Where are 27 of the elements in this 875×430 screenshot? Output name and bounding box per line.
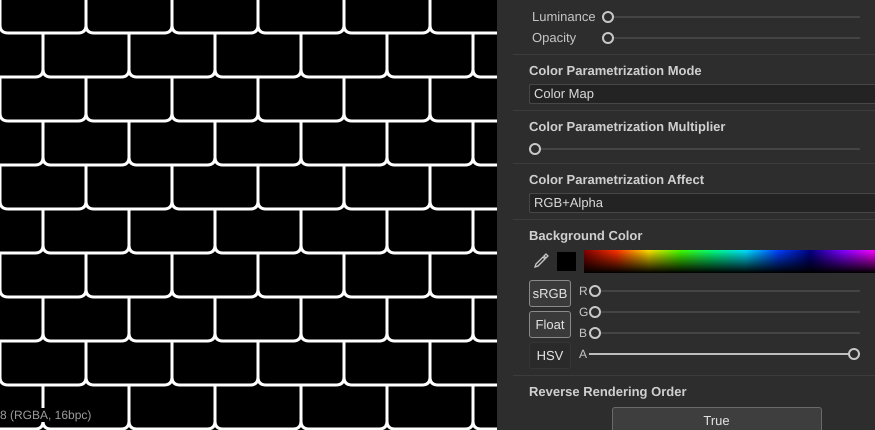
color-swatch[interactable] (557, 252, 576, 270)
status-text: 8 (RGBA, 16bpc) (0, 408, 94, 422)
slider[interactable] (602, 32, 860, 44)
slider[interactable] (589, 326, 860, 338)
color-spectrum[interactable] (584, 250, 875, 272)
section-title: Color Parametrization Multiplier (529, 118, 726, 136)
value-button[interactable]: True (612, 407, 822, 430)
section-title: Color Parametrization Affect (529, 171, 706, 189)
section-title: Reverse Rendering Order (529, 383, 688, 401)
dropdown[interactable]: Color Map (529, 84, 875, 104)
channel-label: B (579, 326, 588, 340)
slider[interactable] (529, 143, 860, 155)
section-title: Background Color (529, 227, 644, 245)
slider[interactable] (602, 10, 860, 22)
mode-button[interactable]: Float (529, 311, 571, 338)
dropdown[interactable]: RGB+Alpha (529, 193, 875, 213)
slider-label: Luminance (532, 9, 597, 24)
channel-label: G (579, 304, 589, 318)
slider[interactable] (589, 348, 860, 360)
slider-label: Opacity (532, 30, 578, 45)
mode-button[interactable]: HSV (529, 342, 571, 369)
channel-label: R (579, 284, 589, 298)
mode-button[interactable]: sRGB (529, 280, 571, 307)
slider[interactable] (589, 306, 860, 318)
section-title: Color Parametrization Mode (529, 62, 703, 80)
channel-label: A (579, 346, 588, 360)
slider[interactable] (589, 284, 860, 296)
